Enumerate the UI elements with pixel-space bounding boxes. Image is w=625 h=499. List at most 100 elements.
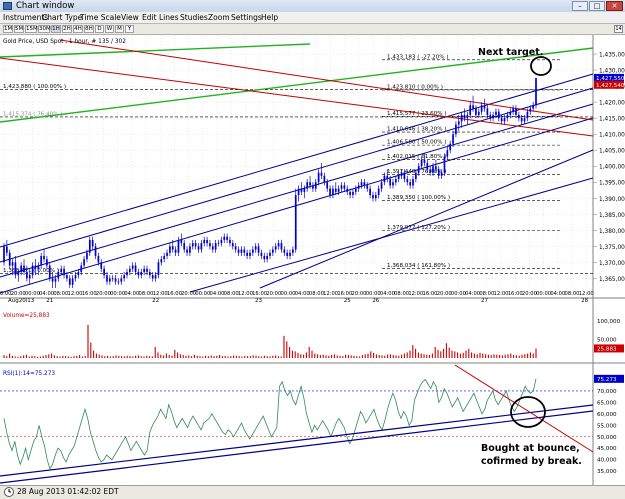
price-tick-label: 1,410,000 <box>599 133 625 139</box>
candle-body <box>186 249 188 253</box>
candle-body <box>209 243 211 247</box>
candle-body <box>231 243 234 247</box>
candle-body <box>100 262 103 269</box>
candle-body <box>140 271 143 276</box>
candle-body <box>312 185 314 189</box>
candle-body <box>88 239 91 253</box>
candle-body <box>163 255 166 260</box>
time-tick-label: 16:00 <box>167 291 182 297</box>
time-tick-label: 04:00 <box>295 291 310 297</box>
candle-body <box>446 150 449 157</box>
candle-body <box>68 278 71 285</box>
candle-body <box>37 265 40 269</box>
date-label: 21 <box>46 298 53 304</box>
candle-body <box>80 265 83 272</box>
candle-body <box>157 262 160 276</box>
candle-body <box>11 262 14 266</box>
candle-body <box>143 268 146 272</box>
candle-body <box>14 262 17 276</box>
candle-body <box>532 105 534 109</box>
candle-body <box>263 255 266 260</box>
volume-title: Volume=25,883 <box>3 313 50 319</box>
candle-body <box>475 108 477 115</box>
time-tick-label: 16:00 <box>82 291 97 297</box>
candle-body <box>171 246 174 250</box>
price-tick-label: 1,420,000 <box>599 101 625 107</box>
candle-body <box>354 188 357 192</box>
candle-body <box>246 252 248 256</box>
time-tick-label: 00:00 <box>195 291 210 297</box>
rsi-tick-label: 70,000 <box>597 389 617 395</box>
candle-body <box>128 268 131 272</box>
candle-body <box>477 111 480 115</box>
candle-body <box>3 246 5 263</box>
candle-body <box>43 255 45 260</box>
candle-body <box>120 278 123 282</box>
candle-body <box>455 124 457 135</box>
price-tick-label: 1,435,000 <box>599 53 625 59</box>
time-tick-label: 00:00 <box>25 291 40 297</box>
candle-body <box>326 182 329 189</box>
candle-body <box>374 195 377 199</box>
candle-body <box>189 246 191 253</box>
candle-body <box>257 246 260 253</box>
candle-body <box>243 249 246 253</box>
candle-body <box>149 271 151 276</box>
time-tick-label: 20:00 <box>181 291 196 297</box>
candle-body <box>292 249 294 253</box>
candle-body <box>286 252 289 256</box>
time-tick-label: 20:00 <box>522 291 537 297</box>
candle-body <box>23 265 25 272</box>
candle-body <box>131 265 134 269</box>
candle-body <box>306 182 309 189</box>
time-tick-label: 00:00 <box>281 291 296 297</box>
candle-body <box>272 249 274 253</box>
time-tick-label: 04:00 <box>465 291 480 297</box>
candle-body <box>337 188 340 192</box>
candle-body <box>31 265 34 276</box>
candle-body <box>497 111 500 119</box>
rsi-tick-label: 60,000 <box>597 412 617 418</box>
time-tick-label: 20:00 <box>11 291 26 297</box>
annotation-bought-at-bounce: Bought at bounce, <box>481 443 580 454</box>
fibonacci-label: 1,406,580 ( 50.00% ) <box>387 140 447 146</box>
time-tick-label: 16:00 <box>252 291 267 297</box>
candle-body <box>423 159 426 163</box>
candle-body <box>66 275 68 279</box>
candle-body <box>452 134 454 144</box>
time-tick-label: 08:00 <box>139 291 154 297</box>
candle-body <box>437 169 440 176</box>
candle-body <box>54 278 57 282</box>
candle-body <box>220 239 223 244</box>
candle-body <box>294 195 297 250</box>
candle-body <box>34 265 37 269</box>
candle-body <box>492 114 494 119</box>
candle-body <box>266 255 268 260</box>
price-tick-label: 1,390,000 <box>599 197 625 203</box>
time-tick-label: 20:00 <box>352 291 367 297</box>
candle-body <box>214 243 217 250</box>
time-tick-label: 04:00 <box>39 291 54 297</box>
candle-body <box>483 105 486 109</box>
candle-body <box>137 271 140 276</box>
chart-canvas[interactable]: 1,433.183 ( -27.20% )1,423.810 ( 0.00% )… <box>0 0 625 498</box>
rsi-tick-label: 65,000 <box>597 400 617 406</box>
candle-body <box>394 179 397 183</box>
candle-body <box>226 236 228 240</box>
candle-body <box>426 163 429 170</box>
candle-body <box>28 275 31 279</box>
candle-body <box>495 111 497 115</box>
candle-body <box>200 243 203 250</box>
price-tick-label: 1,385,000 <box>599 213 625 219</box>
chart-title: Gold Price, USD Spot , 1 hour, # 135 / 3… <box>3 39 126 45</box>
annotation-next-target: Next target. <box>478 47 543 58</box>
candle-body <box>503 118 506 122</box>
candle-body <box>237 249 240 253</box>
date-label: 25 <box>344 298 351 304</box>
time-tick-label: 08:00 <box>479 291 494 297</box>
date-label: 28 <box>581 298 588 304</box>
candle-body <box>206 239 208 244</box>
rsi-tick-label: 55,000 <box>597 423 617 429</box>
candle-body <box>463 114 466 119</box>
candle-body <box>117 281 120 283</box>
